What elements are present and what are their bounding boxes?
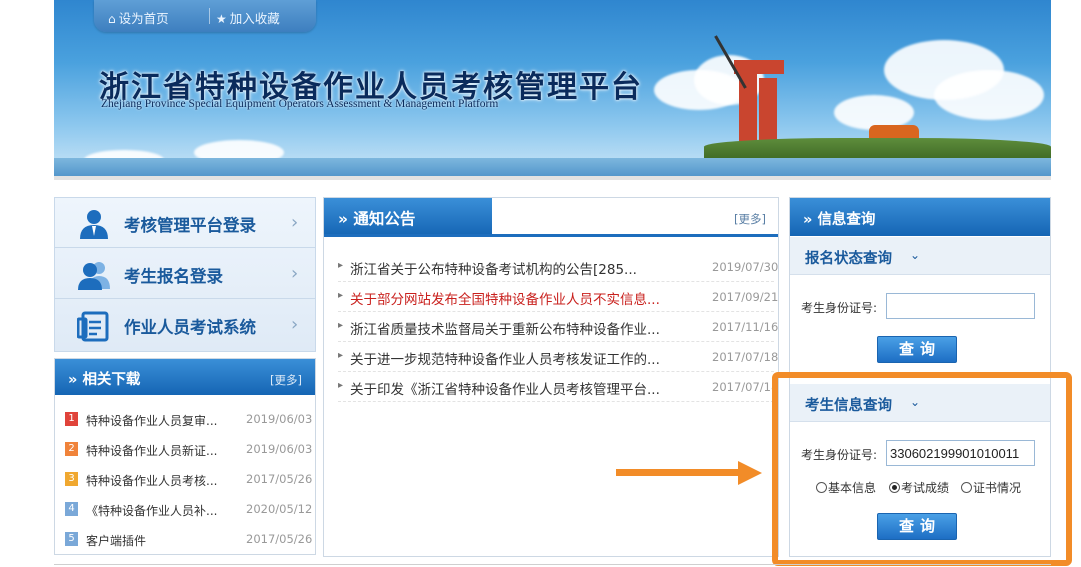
star-icon: ★ <box>216 12 227 26</box>
status-query-button[interactable]: 查询 <box>877 336 957 363</box>
double-chevron-icon: » <box>338 210 349 228</box>
notice-item[interactable]: ▸ 关于部分网站发布全国特种设备作业人员不实信息... 2017/09/21 <box>338 282 778 312</box>
chevron-down-icon: ⌄ <box>910 248 921 262</box>
notice-item[interactable]: ▸ 关于进一步规范特种设备作业人员考核发证工作的... 2017/07/18 <box>338 342 778 372</box>
pointer-arrow <box>616 469 740 476</box>
download-item[interactable]: 5 客户端插件 2017/05/26 <box>55 524 315 554</box>
notice-item[interactable]: ▸ 浙江省关于公布特种设备考试机构的公告[285... 2019/07/30 <box>338 252 778 282</box>
chevron-right-icon: › <box>291 212 299 233</box>
chevron-right-icon: › <box>291 314 299 335</box>
shoreline <box>704 138 1051 160</box>
bullet-arrow-icon: ▸ <box>338 290 344 301</box>
login-candidate-register[interactable]: 考生报名登录 › <box>55 249 315 299</box>
notices-panel: » 通知公告 [更多] ▸ 浙江省关于公布特种设备考试机构的公告[285... … <box>323 197 779 557</box>
notice-item[interactable]: ▸ 浙江省质量技术监督局关于重新公布特种设备作业... 2017/11/16 <box>338 312 778 342</box>
admin-person-icon <box>80 210 108 239</box>
chevron-right-icon: › <box>291 263 299 284</box>
home-icon: ⌂ <box>108 12 116 26</box>
people-icon <box>78 262 110 290</box>
bullet-arrow-icon: ▸ <box>338 320 344 331</box>
platform-title-en: Zhejiang Province Special Equipment Oper… <box>101 98 499 110</box>
exam-doc-icon <box>77 311 109 342</box>
bullet-arrow-icon: ▸ <box>338 380 344 391</box>
download-item[interactable]: 1 特种设备作业人员复审... 2019/06/03 <box>55 404 315 434</box>
download-item[interactable]: 2 特种设备作业人员新证... 2019/06/03 <box>55 434 315 464</box>
water <box>54 158 1051 178</box>
login-exam-system[interactable]: 作业人员考试系统 › <box>55 300 315 350</box>
arrow-right-icon <box>738 461 762 485</box>
header-banner: ⌂ 设为首页 ★ 加入收藏 浙江省特种设备作业人员考核管理平台 Zhejiang P… <box>54 0 1051 178</box>
notices-more-link[interactable]: [更多] <box>734 211 766 227</box>
bullet-arrow-icon: ▸ <box>338 350 344 361</box>
downloads-header: » 相关下载 [更多] <box>55 359 315 395</box>
set-home-link[interactable]: ⌂ 设为首页 <box>108 8 169 27</box>
downloads-panel: » 相关下载 [更多] 1 特种设备作业人员复审... 2019/06/03 2… <box>54 358 316 555</box>
download-item[interactable]: 4 《特种设备作业人员补... 2020/05/12 <box>55 494 315 524</box>
notices-tab[interactable]: » 通知公告 <box>324 198 492 236</box>
double-chevron-icon: » <box>68 372 78 388</box>
bullet-arrow-icon: ▸ <box>338 260 344 271</box>
query-header: » 信息查询 <box>790 198 1050 236</box>
notice-item[interactable]: ▸ 关于印发《浙江省特种设备作业人员考核管理平台... 2017/07/18 <box>338 372 778 402</box>
download-item[interactable]: 3 特种设备作业人员考核... 2017/05/26 <box>55 464 315 494</box>
status-id-input[interactable] <box>886 293 1035 319</box>
downloads-more-link[interactable]: [更多] <box>270 372 302 388</box>
status-id-label: 考生身份证号: <box>801 301 878 315</box>
login-panel: 考核管理平台登录 › 考生报名登录 › 作业人员考试系统 › <box>54 197 316 352</box>
status-query-section-header[interactable]: 报名状态查询 ⌄ <box>790 237 1050 275</box>
add-favorite-link[interactable]: ★ 加入收藏 <box>216 8 280 27</box>
login-admin-platform[interactable]: 考核管理平台登录 › <box>55 198 315 248</box>
double-chevron-icon: » <box>803 212 813 228</box>
top-links-bar: ⌂ 设为首页 ★ 加入收藏 <box>94 0 316 32</box>
highlight-box <box>772 372 1072 566</box>
